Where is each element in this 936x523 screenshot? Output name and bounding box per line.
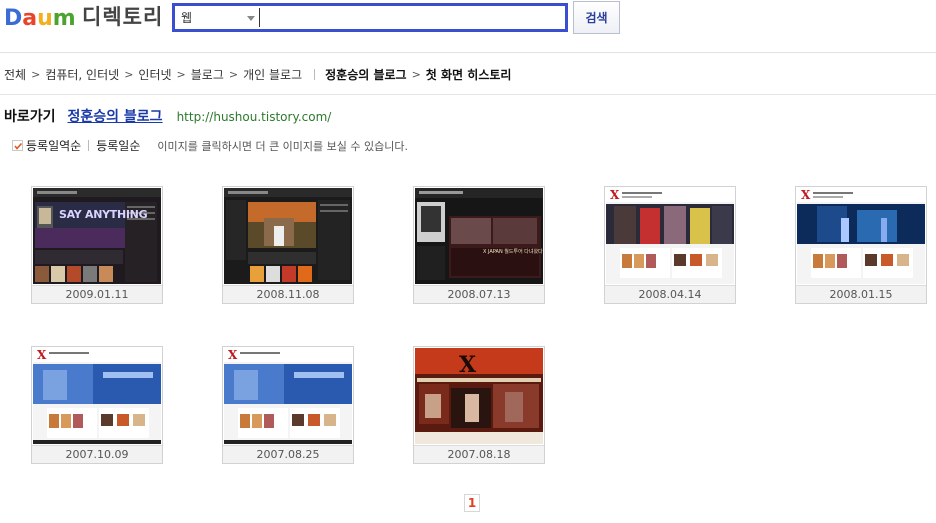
- pagination-page[interactable]: 1: [464, 494, 480, 512]
- directory-title[interactable]: 디렉토리: [82, 6, 163, 28]
- breadcrumb-item-personal-blog[interactable]: 개인 블로그: [243, 66, 302, 83]
- banner-text: X JAPAN 월드투어 다녀왔다: [483, 249, 543, 255]
- breadcrumb-separator: >: [411, 67, 421, 81]
- breadcrumb: 전체 > 컴퓨터, 인터넷 > 인터넷 > 블로그 > 개인 블로그 정훈승의 …: [4, 65, 511, 83]
- svg-text:X: X: [801, 188, 811, 202]
- breadcrumb-separator: >: [31, 67, 41, 81]
- thumbnail-date: 2007.10.09: [32, 445, 162, 463]
- thumbnail[interactable]: X 2007.08.25: [222, 346, 354, 464]
- banner-text: SAY ANYTHING: [59, 208, 148, 221]
- sort-options: 등록일역순 등록일순 이미지를 클릭하시면 더 큰 이미지를 보실 수 있습니다…: [12, 137, 408, 154]
- breadcrumb-item-all[interactable]: 전체: [4, 66, 26, 83]
- breadcrumb-item-computer[interactable]: 컴퓨터, 인터넷: [45, 66, 119, 83]
- thumbnail[interactable]: X JAPAN 월드투어 다녀왔다 2008.07.13: [413, 186, 545, 304]
- sort-newest[interactable]: 등록일역순: [26, 137, 81, 154]
- thumbnail[interactable]: X 2008.04.14: [604, 186, 736, 304]
- screenshot-image: X: [224, 348, 352, 444]
- thumbnail-date: 2008.04.14: [605, 285, 735, 303]
- thumbnail-date: 2007.08.25: [223, 445, 353, 463]
- thumbnail-date: 2007.08.18: [414, 445, 544, 463]
- screenshot-image: X: [797, 188, 925, 284]
- header: D a u m 디렉토리 웹 검색: [0, 0, 936, 53]
- screenshot-image: [224, 188, 352, 284]
- logo-letter-m: m: [52, 6, 76, 31]
- logo-letter-a: a: [22, 6, 38, 31]
- thumbnail-date: 2009.01.11: [32, 285, 162, 303]
- shortcut-row: 바로가기 정훈승의 블로그 http://hushou.tistory.com/: [4, 106, 331, 126]
- breadcrumb-item-blog[interactable]: 블로그: [191, 66, 224, 83]
- gallery-hint: 이미지를 클릭하시면 더 큰 이미지를 보실 수 있습니다.: [157, 139, 408, 153]
- svg-text:X: X: [610, 188, 620, 202]
- chevron-down-icon: [247, 16, 255, 21]
- shortcut-label: 바로가기: [4, 109, 56, 125]
- check-icon: [12, 140, 23, 151]
- thumbnail-date: 2008.07.13: [414, 285, 544, 303]
- divider: [88, 140, 90, 151]
- thumbnail[interactable]: X 2007.10.09: [31, 346, 163, 464]
- screenshot-image: X: [415, 348, 543, 444]
- screenshot-image: X: [33, 348, 161, 444]
- thumbnail-date: 2008.01.15: [796, 285, 926, 303]
- search-scope-value: 웹: [181, 11, 193, 25]
- breadcrumb-blog-name[interactable]: 정훈승의 블로그: [325, 66, 406, 83]
- screenshot-image: X JAPAN 월드투어 다녀왔다: [415, 188, 543, 284]
- breadcrumb-separator: >: [124, 67, 134, 81]
- search-input[interactable]: [259, 8, 559, 27]
- thumbnail-date: 2008.11.08: [223, 285, 353, 303]
- svg-text:X: X: [37, 348, 47, 362]
- logo-letter-d: D: [4, 6, 23, 31]
- search-button[interactable]: 검색: [573, 1, 620, 34]
- divider: [0, 94, 936, 95]
- logo-letter-u: u: [37, 6, 53, 31]
- screenshot-image: SAY ANYTHING: [33, 188, 161, 284]
- screenshot-image: X: [606, 188, 734, 284]
- thumbnail[interactable]: 2008.11.08: [222, 186, 354, 304]
- thumbnail[interactable]: X 2008.01.15: [795, 186, 927, 304]
- breadcrumb-separator: >: [228, 67, 239, 81]
- svg-text:X: X: [228, 348, 238, 362]
- search-scope-select[interactable]: 웹: [175, 6, 259, 29]
- blog-link[interactable]: 정훈승의 블로그: [68, 106, 163, 126]
- svg-text:X: X: [459, 352, 477, 378]
- thumbnail[interactable]: X 2007.08.18: [413, 346, 545, 464]
- divider: [314, 68, 316, 80]
- sort-oldest[interactable]: 등록일순: [96, 137, 140, 154]
- search-box: 웹: [172, 3, 568, 32]
- breadcrumb-separator: >: [176, 67, 186, 81]
- daum-logo[interactable]: D a u m: [4, 6, 76, 30]
- breadcrumb-item-internet[interactable]: 인터넷: [138, 66, 171, 83]
- breadcrumb-current: 첫 화면 히스토리: [425, 67, 512, 82]
- thumbnail[interactable]: SAY ANYTHING 2009.01.11: [31, 186, 163, 304]
- blog-url[interactable]: http://hushou.tistory.com/: [177, 110, 332, 124]
